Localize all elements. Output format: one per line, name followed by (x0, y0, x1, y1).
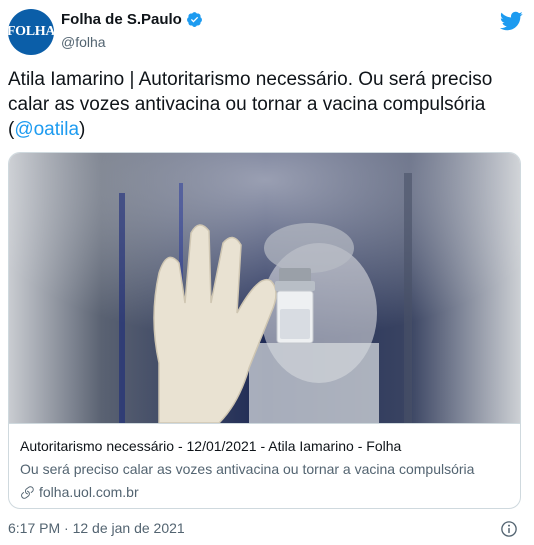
card-description: Ou será preciso calar as vozes antivacin… (20, 461, 475, 477)
link-icon (21, 485, 34, 499)
twitter-bird-icon[interactable] (499, 9, 523, 33)
mention-link[interactable]: @oatila (14, 119, 79, 140)
info-icon[interactable] (500, 520, 518, 538)
card-divider (9, 423, 520, 424)
tweet-text: Atila Iamarino | Autoritarismo necessári… (8, 67, 526, 142)
author-name-row: Folha de S.Paulo (61, 11, 203, 28)
card-title[interactable]: Autoritarismo necessário - 12/01/2021 - … (20, 438, 401, 454)
verified-badge-icon (186, 12, 202, 27)
tweet-body-end: ) (79, 119, 86, 140)
card-domain-row: folha.uol.com.br (20, 484, 139, 500)
tweet-timestamp[interactable]: 6:17 PM · 12 de jan de 2021 (8, 520, 185, 536)
card-image[interactable] (9, 153, 521, 423)
link-preview-card[interactable]: Autoritarismo necessário - 12/01/2021 - … (8, 152, 521, 509)
account-handle[interactable]: @folha (61, 34, 106, 50)
avatar-logo-text: FOLHA (8, 24, 54, 39)
card-domain: folha.uol.com.br (39, 484, 139, 500)
avatar[interactable]: FOLHA (8, 9, 54, 55)
display-name[interactable]: Folha de S.Paulo (61, 11, 182, 28)
